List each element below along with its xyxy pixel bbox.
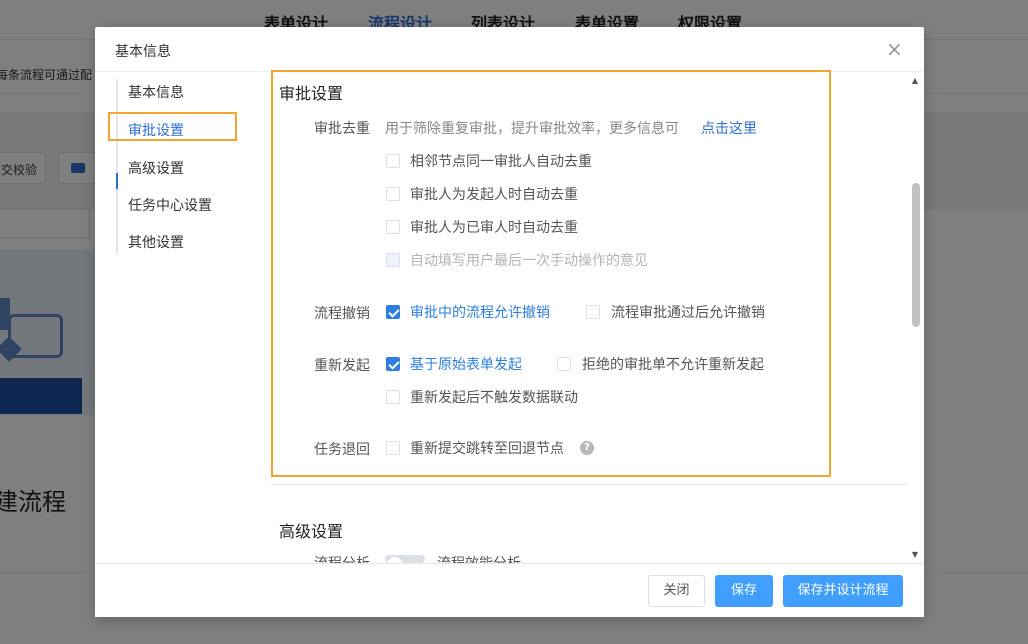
sidenav-item-basic-info[interactable]: 基本信息: [128, 82, 184, 102]
scroll-thumb[interactable]: [912, 183, 920, 327]
efficiency-analysis-label: 流程效能分析: [437, 553, 521, 563]
sidenav-item-other-settings[interactable]: 其他设置: [128, 232, 184, 252]
advanced-section-title: 高级设置: [279, 522, 344, 541]
sidenav-item-task-center-settings[interactable]: 任务中心设置: [128, 195, 212, 215]
content-scrollbar[interactable]: ▲ ▼: [908, 75, 922, 563]
sidenav-item-advanced-settings[interactable]: 高级设置: [128, 158, 184, 178]
modal-title: 基本信息: [115, 44, 171, 60]
scroll-up-icon[interactable]: ▲: [908, 75, 922, 87]
close-button[interactable]: 关闭: [648, 575, 705, 607]
close-icon[interactable]: ×: [886, 39, 903, 59]
save-and-design-button[interactable]: 保存并设计流程: [783, 575, 903, 607]
sidenav-highlight-box: [108, 112, 237, 141]
process-analysis-label: 流程分析: [314, 553, 370, 563]
approval-highlight-box: [271, 70, 831, 477]
settings-sidenav: 基本信息 审批设置 高级设置 任务中心设置 其他设置: [116, 79, 246, 254]
modal-footer: 关闭 保存 保存并设计流程: [95, 563, 924, 617]
scroll-down-icon[interactable]: ▼: [908, 549, 922, 561]
save-button[interactable]: 保存: [715, 575, 773, 607]
process-analysis-toggle[interactable]: [385, 555, 425, 573]
section-divider: [271, 484, 907, 485]
active-nav-marker: [116, 173, 118, 189]
